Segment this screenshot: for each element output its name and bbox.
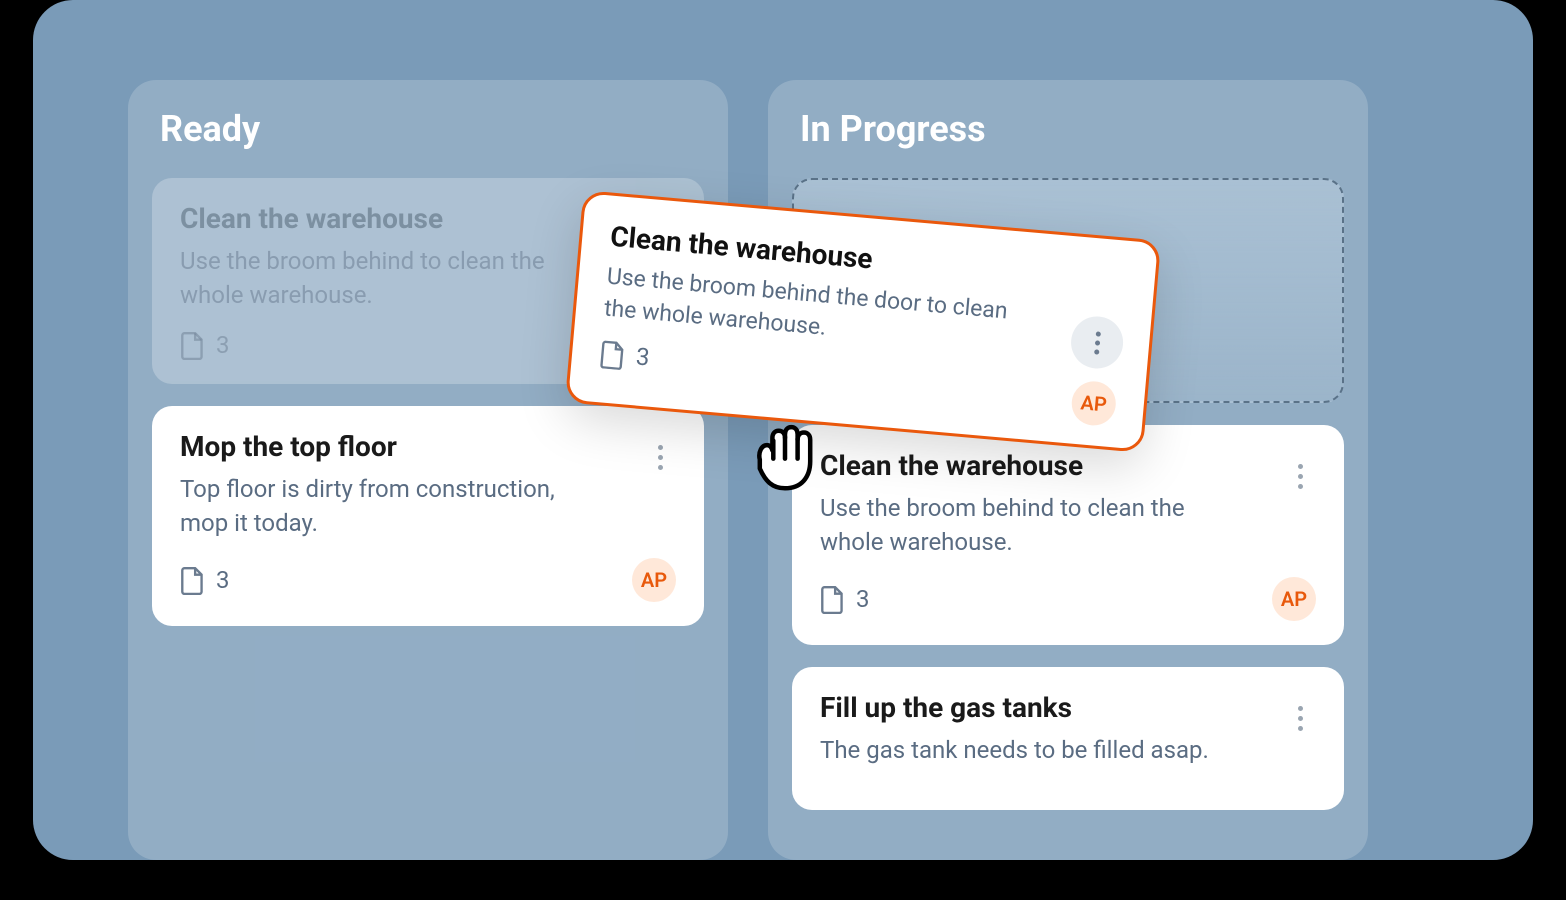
file-icon [180,565,206,595]
file-count: 3 [216,566,230,594]
card-description: Use the broom behind to clean the whole … [180,245,607,312]
file-icon [599,339,628,371]
card-gas-tanks[interactable]: Fill up the gas tanks The gas tank needs… [792,667,1344,810]
file-count: 3 [856,585,870,613]
file-icon [820,584,846,614]
file-info: 3 [180,565,230,595]
card-menu-button[interactable] [1280,449,1320,503]
card-title: Mop the top floor [180,430,676,463]
card-footer: 3 AP [180,558,676,602]
card-menu-button[interactable] [1280,691,1320,745]
file-info: 3 [820,584,870,614]
file-info: 3 [180,330,230,360]
card-mop-floor[interactable]: Mop the top floor Top floor is dirty fro… [152,406,704,626]
card-description: Top floor is dirty from construction, mo… [180,473,607,540]
column-in-progress: In Progress Clean the warehouse Use the … [768,80,1368,860]
board-viewport: Ready Clean the warehouse Use the broom … [33,0,1533,860]
card-menu-button[interactable] [1069,314,1125,370]
column-title-in-progress: In Progress [792,108,1344,150]
assignee-avatar[interactable]: AP [1272,577,1316,621]
file-count: 3 [216,331,230,359]
assignee-avatar[interactable]: AP [632,558,676,602]
file-count: 3 [635,343,651,372]
file-icon [180,330,206,360]
grab-cursor-icon [740,410,830,500]
card-menu-button[interactable] [640,430,680,484]
assignee-avatar[interactable]: AP [1070,380,1118,428]
card-title: Clean the warehouse [820,449,1316,482]
card-title: Fill up the gas tanks [820,691,1316,724]
card-description: The gas tank needs to be filled asap. [820,734,1247,768]
card-clean-warehouse[interactable]: Clean the warehouse Use the broom behind… [792,425,1344,645]
card-description: Use the broom behind to clean the whole … [820,492,1247,559]
card-footer: 3 AP [820,577,1316,621]
column-title-ready: Ready [152,108,704,150]
file-info: 3 [599,339,651,373]
